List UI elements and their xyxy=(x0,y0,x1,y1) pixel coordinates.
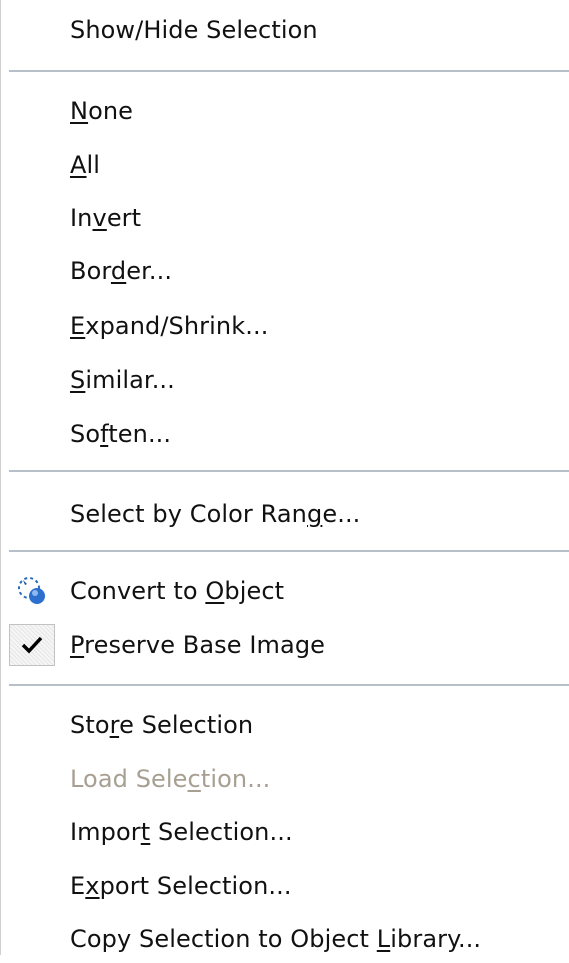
menu-item-label: Import Selection... xyxy=(70,818,293,846)
menu-item-load-selection: Load Selection... xyxy=(1,755,568,803)
menu-item-all[interactable]: All xyxy=(1,141,568,189)
menu-item-label: Border... xyxy=(70,257,173,285)
menu-item-copy-selection-to-object-library[interactable]: Copy Selection to Object Library... xyxy=(1,915,568,963)
menu-item-select-by-color-range[interactable]: Select by Color Range... xyxy=(1,490,568,538)
checkmark-icon xyxy=(9,624,55,666)
menu-item-label: Soften... xyxy=(70,420,172,448)
menu-item-label: Show/Hide Selection xyxy=(70,16,318,44)
menu-separator xyxy=(9,70,569,73)
menu-item-export-selection[interactable]: Export Selection... xyxy=(1,862,568,910)
menu-item-convert-to-object[interactable]: Convert to Object xyxy=(1,567,568,615)
menu-item-preserve-base-image[interactable]: Preserve Base Image xyxy=(1,621,568,669)
menu-item-none[interactable]: None xyxy=(1,87,568,135)
menu-item-label: Copy Selection to Object Library... xyxy=(70,925,482,953)
menu-item-label: Load Selection... xyxy=(70,765,271,793)
menu-item-label: Invert xyxy=(70,204,142,232)
menu-item-label: None xyxy=(70,97,134,125)
menu-item-label: Export Selection... xyxy=(70,872,292,900)
menu-item-import-selection[interactable]: Import Selection... xyxy=(1,808,568,856)
menu-item-label: Similar... xyxy=(70,366,175,394)
menu-item-store-selection[interactable]: Store Selection xyxy=(1,701,568,749)
menu-item-show-hide-selection[interactable]: Show/Hide Selection xyxy=(1,6,568,54)
menu-item-expand-shrink[interactable]: Expand/Shrink... xyxy=(1,302,568,350)
menu-item-label: Expand/Shrink... xyxy=(70,312,269,340)
menu-item-soften[interactable]: Soften... xyxy=(1,410,568,458)
menu-item-label: Select by Color Range... xyxy=(70,500,361,528)
menu-item-label: All xyxy=(70,151,101,179)
menu-separator xyxy=(9,684,569,687)
menu-separator xyxy=(9,470,569,473)
menu-item-label: Store Selection xyxy=(70,711,254,739)
selection-context-menu: Show/Hide Selection None All Invert Bord… xyxy=(0,0,569,955)
convert-selection-icon xyxy=(9,570,55,612)
menu-separator xyxy=(9,550,569,553)
menu-item-invert[interactable]: Invert xyxy=(1,194,568,242)
menu-item-border[interactable]: Border... xyxy=(1,247,568,295)
menu-item-similar[interactable]: Similar... xyxy=(1,356,568,404)
menu-item-label: Convert to Object xyxy=(70,577,285,605)
menu-item-label: Preserve Base Image xyxy=(70,631,326,659)
